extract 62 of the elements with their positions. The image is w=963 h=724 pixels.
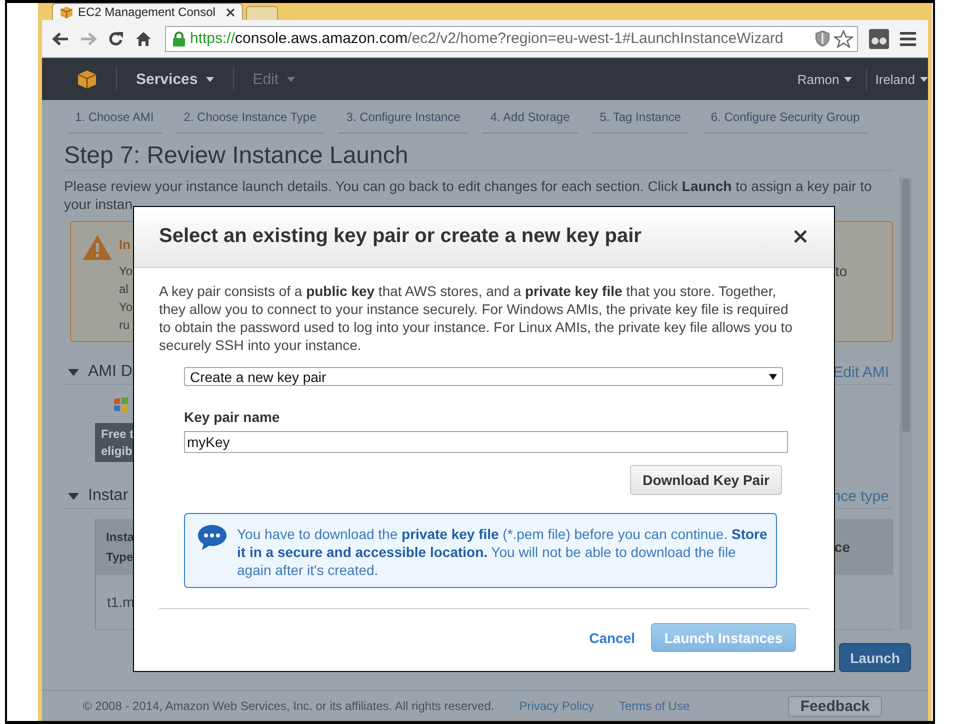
wizard-step[interactable]: 3. Configure Instance <box>338 104 468 134</box>
flag-logo-icon <box>113 397 129 413</box>
caret-icon <box>844 76 852 82</box>
chat-bubble-icon <box>197 524 228 551</box>
close-icon[interactable] <box>226 8 235 16</box>
menu-icon[interactable] <box>900 32 916 46</box>
copyright-text: © 2008 - 2014, Amazon Web Services, Inc. or its affiliates. All rights reserved. <box>83 699 494 713</box>
warning-text: ru <box>119 317 130 334</box>
section-title: Instar <box>88 487 128 505</box>
page-title: Step 7: Review Instance Launch <box>64 142 893 171</box>
wizard-step[interactable]: 6. Configure Security Group <box>702 104 868 134</box>
address-bar[interactable]: https://console.aws.amazon.com/ec2/v2/home?region=eu-west-1#LaunchInstanceWizard <box>165 26 858 52</box>
scrollbar[interactable] <box>900 177 912 630</box>
warning-text: Yo <box>119 299 133 316</box>
close-icon[interactable] <box>794 230 807 242</box>
wizard-step[interactable]: 2. Choose Instance Type <box>176 104 324 134</box>
intro-text: Please review your instance launch details. You can go back to edit changes for each section. Click Launch to assign a key pair to <box>64 177 873 195</box>
reload-icon[interactable] <box>108 30 124 46</box>
column-header: Insta Type <box>106 529 134 566</box>
cube-logo-icon[interactable] <box>77 68 97 90</box>
intro-text: your instan <box>64 195 134 213</box>
triangle-icon[interactable] <box>68 492 79 500</box>
account-menu[interactable]: Ramon <box>797 72 852 86</box>
footer-link[interactable]: Terms of Use <box>618 699 690 713</box>
download-button[interactable]: Download Key Pair <box>630 465 782 495</box>
cube-icon <box>60 6 73 18</box>
info-message: You have to download the private key file (*.pem file) before you can continue. Store it in a secure and accessible location. You will not be able to download the file again after it's created. <box>237 525 768 580</box>
field-label: Key pair name <box>184 409 281 425</box>
footer-link[interactable]: Privacy Policy <box>519 699 594 713</box>
wizard-step[interactable]: 4. Add Storage <box>482 104 578 134</box>
menu-button[interactable]: Services <box>136 70 214 88</box>
warning-text: Yo <box>119 263 133 280</box>
badge-text: eligib <box>101 443 134 460</box>
browser-tab[interactable]: EC2 Management Consol <box>52 3 243 20</box>
warning-title: In <box>119 236 131 254</box>
wizard-step[interactable]: 1. Choose AMI <box>67 104 162 134</box>
description-text: A key pair consists of a public key that AWS stores, and a private key file that you store. Together, they allow you to connect to your instance securely. For Windows AMIs, the private key file is required to obtain the password used to log into your instance. For Linux AMIs, the private key file allows you to securely SSH into your instance. <box>159 282 794 354</box>
cancel-link[interactable]: Cancel <box>589 630 635 646</box>
star-icon[interactable] <box>834 30 853 48</box>
caret-icon <box>920 76 928 82</box>
triangle-icon[interactable] <box>68 368 79 376</box>
caret-icon <box>769 374 777 380</box>
warning-icon <box>82 234 113 261</box>
back-arrow-icon[interactable] <box>52 32 69 46</box>
shield-icon[interactable] <box>815 30 830 47</box>
modal-title: Select an existing key pair or create a new key pair <box>159 224 642 248</box>
region-menu[interactable]: Ireland <box>875 72 928 86</box>
section-title: AMI D <box>88 363 132 381</box>
column-header: ce <box>834 539 850 555</box>
wizard-step[interactable]: 5. Tag Instance <box>592 104 689 134</box>
glasses-icon[interactable] <box>869 28 889 48</box>
caret-icon <box>206 76 214 82</box>
feedback-button[interactable]: Feedback <box>788 696 882 716</box>
warning-text: al <box>119 281 128 298</box>
caret-icon <box>286 76 295 82</box>
key-name-field[interactable]: myKey <box>184 431 788 453</box>
warning-text: to <box>835 262 847 281</box>
table-cell: t1.m <box>107 594 134 610</box>
home-icon[interactable] <box>135 30 152 46</box>
url-text: https://console.aws.amazon.com/ec2/v2/home?region=eu-west-1#LaunchInstanceWizard <box>190 30 784 47</box>
key-pair-dropdown[interactable]: Create a new key pair <box>184 367 783 386</box>
launch-button[interactable]: Launch <box>839 643 911 672</box>
